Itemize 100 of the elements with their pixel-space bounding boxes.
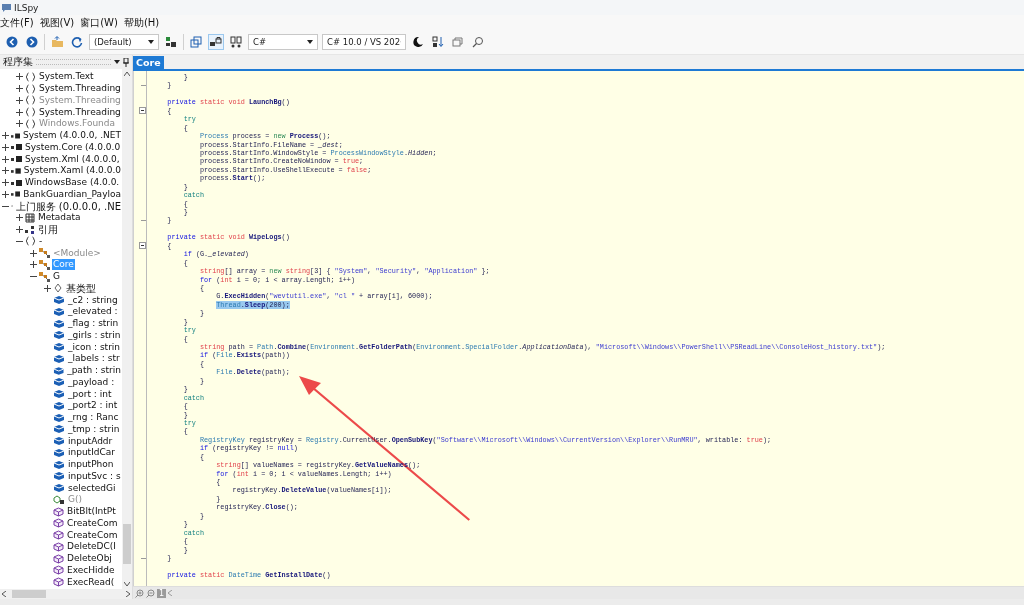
tree-item[interactable]: inputPhon — [67, 459, 115, 471]
fold-icon[interactable] — [139, 242, 146, 250]
pin-icon[interactable] — [123, 57, 129, 67]
tree-item[interactable]: <Module> — [52, 247, 102, 259]
toolbar-button[interactable] — [163, 34, 179, 50]
toolbar-button[interactable] — [228, 34, 244, 50]
tree-item[interactable]: ExecHidde — [66, 564, 116, 576]
menu-item[interactable]: 窗口(W) — [80, 16, 118, 29]
tree-item[interactable]: _port2 : int — [67, 400, 119, 412]
field-icon — [53, 389, 65, 400]
menu-item[interactable]: 视图(V) — [39, 16, 75, 29]
expand-icon[interactable] — [2, 167, 9, 175]
tree-item[interactable]: DeleteDC(I — [66, 541, 117, 553]
forward-icon — [26, 36, 38, 48]
tree-item[interactable]: selectedGi — [67, 482, 117, 494]
tree-item[interactable]: System (4.0.0.0, .NET — [22, 130, 122, 142]
base-types-icon — [53, 283, 63, 294]
expand-icon[interactable] — [16, 108, 23, 116]
tree-item[interactable]: G() — [67, 494, 83, 506]
tree-item[interactable]: _path : strin — [66, 365, 122, 377]
tree-item[interactable]: _port : int — [67, 388, 113, 400]
zoom-in-icon[interactable] — [135, 588, 144, 598]
tree-item[interactable]: Windows.Founda — [38, 118, 117, 130]
tree-item[interactable]: System.Core (4.0.0.0 — [24, 141, 122, 153]
expand-icon[interactable] — [16, 96, 23, 104]
field-icon — [53, 295, 65, 306]
tree-item[interactable]: inputAddr — [67, 435, 114, 447]
scroll-thumb[interactable] — [123, 524, 131, 564]
tree-item[interactable]: System.Threading — [38, 106, 122, 118]
dropdown[interactable]: (Default) — [89, 34, 159, 50]
tree-item[interactable]: 基类型 — [65, 282, 97, 294]
tree-item[interactable]: System.Text — [38, 71, 95, 83]
fold-icon[interactable] — [139, 107, 146, 115]
menu-item[interactable]: 帮助(H) — [123, 16, 160, 29]
tree-item[interactable]: - — [38, 235, 44, 247]
expand-icon[interactable] — [30, 261, 37, 269]
assembly-icon — [11, 143, 22, 152]
tab[interactable]: Core — [133, 56, 164, 69]
expand-icon[interactable] — [30, 249, 37, 257]
constructor-icon — [53, 494, 65, 505]
tree-item[interactable]: _labels : str — [67, 353, 121, 365]
tree-item[interactable]: CreateCom — [66, 517, 119, 529]
scroll-right-icon[interactable] — [126, 591, 130, 597]
expand-icon[interactable] — [16, 214, 23, 222]
refresh-icon — [71, 36, 83, 48]
tree-item[interactable]: _girls : strin — [67, 329, 122, 341]
field-icon — [53, 471, 65, 482]
references-icon — [25, 224, 35, 235]
toolbar-button[interactable] — [430, 34, 446, 50]
caret-icon — [114, 60, 120, 64]
tree-item[interactable]: 上门服务 (0.0.0.0, .NE — [14, 200, 122, 212]
expand-icon[interactable] — [44, 284, 51, 292]
method-icon — [53, 577, 64, 588]
field-icon — [53, 412, 65, 423]
tree-item[interactable]: ExecRead( — [66, 576, 116, 588]
expand-icon[interactable] — [16, 226, 23, 234]
expand-icon[interactable] — [2, 179, 9, 187]
dropdown[interactable]: C# — [248, 34, 318, 50]
scroll-up-icon[interactable] — [124, 72, 130, 76]
tree-item[interactable]: System.Xaml (4.0.0.0 — [22, 165, 122, 177]
horizontal-scrollbar[interactable] — [0, 589, 132, 599]
tree-item[interactable]: DeleteObj — [66, 553, 113, 565]
expand-icon[interactable] — [16, 120, 23, 128]
tree-item[interactable]: inputSvc : s — [67, 470, 122, 482]
expand-icon[interactable] — [16, 73, 23, 81]
tree-item[interactable]: BitBlt(IntPt — [66, 506, 117, 518]
tree-item[interactable]: _rng : Ranc — [67, 412, 120, 424]
tree-item[interactable]: System.Threading — [38, 83, 122, 95]
toolbar-button[interactable] — [410, 34, 426, 50]
expand-icon[interactable] — [2, 190, 9, 198]
scroll-left-icon[interactable] — [2, 591, 6, 597]
tree-item[interactable]: Metadata — [37, 212, 82, 224]
tree-item[interactable]: CreateCom — [66, 529, 119, 541]
tree-item[interactable]: _icon : strin — [67, 341, 122, 353]
tree-item[interactable]: inputIdCar — [67, 447, 117, 459]
tree-item[interactable]: _payload : — [67, 376, 116, 388]
search-icon — [472, 36, 484, 48]
menu-item[interactable]: 文件(F) — [0, 16, 34, 29]
windows-icon — [190, 36, 202, 48]
tree-item[interactable]: _elevated : — [67, 306, 119, 318]
scroll-thumb[interactable] — [12, 590, 46, 598]
tree-item[interactable]: 引用 — [37, 224, 59, 236]
tree-item[interactable]: G — [52, 271, 61, 283]
tree-item[interactable]: _tmp : strin — [67, 423, 121, 435]
zoom-out-icon[interactable] — [146, 588, 155, 598]
expand-icon[interactable] — [2, 143, 9, 151]
field-icon — [53, 483, 65, 494]
expand-icon[interactable] — [2, 132, 9, 140]
toolbar-button[interactable] — [208, 34, 224, 50]
scroll-down-icon[interactable] — [124, 582, 130, 586]
expand-icon[interactable] — [16, 85, 23, 93]
tree-item[interactable]: System.Xml (4.0.0.0, — [24, 153, 121, 165]
tree-item[interactable]: _flag : strin — [67, 318, 120, 330]
method-icon — [53, 565, 64, 576]
tree-item[interactable]: System.Threading — [38, 94, 122, 106]
expand-icon[interactable] — [2, 155, 9, 163]
tree-item[interactable]: WindowsBase (4.0.0. — [24, 177, 121, 189]
tree-item[interactable]: _c2 : string — [67, 294, 119, 306]
dropdown[interactable]: C# 10.0 / VS 202 — [322, 34, 406, 50]
tree-item[interactable]: BankGuardian_Payloa — [22, 188, 122, 200]
